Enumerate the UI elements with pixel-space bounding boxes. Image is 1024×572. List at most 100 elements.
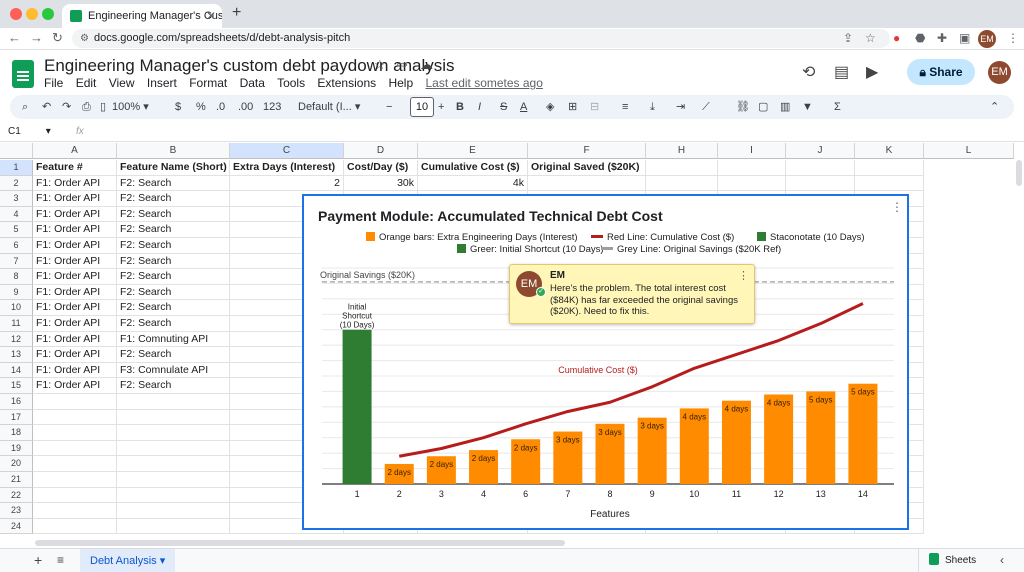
- cell[interactable]: Feature #: [33, 160, 117, 176]
- vertical-align-icon[interactable]: ⤓: [650, 95, 655, 119]
- meet-video-icon[interactable]: ▶: [866, 62, 878, 82]
- sheets-logo-icon[interactable]: [12, 60, 34, 88]
- cell[interactable]: [528, 175, 646, 192]
- cell[interactable]: [33, 487, 117, 504]
- increase-decimal-button[interactable]: .00: [238, 95, 253, 119]
- menu-format[interactable]: Format: [189, 76, 227, 90]
- row-header-18[interactable]: 18: [0, 425, 33, 441]
- paint-format-icon[interactable]: ▯: [100, 95, 106, 119]
- row-header-19[interactable]: 19: [0, 440, 33, 457]
- insert-link-icon[interactable]: ⛓: [736, 95, 750, 119]
- column-header-e[interactable]: E: [418, 143, 528, 159]
- cell[interactable]: F1: Order API: [33, 316, 117, 332]
- row-header-21[interactable]: 21: [0, 472, 33, 488]
- move-folder-icon[interactable]: ⇨: [397, 57, 408, 73]
- horizontal-align-icon[interactable]: ≡: [622, 95, 628, 119]
- browser-tab[interactable]: Engineering Manager's Custo ✕: [62, 4, 222, 28]
- print-icon[interactable]: ⎙: [82, 95, 91, 119]
- text-color-icon[interactable]: A: [520, 95, 527, 119]
- close-tab-icon[interactable]: ✕: [206, 4, 216, 28]
- cell[interactable]: [33, 425, 117, 441]
- forward-arrow-icon[interactable]: →: [30, 30, 43, 45]
- menu-extensions[interactable]: Extensions: [317, 76, 376, 90]
- cell[interactable]: [855, 175, 924, 192]
- user-avatar[interactable]: EM: [988, 61, 1011, 84]
- add-sheet-icon[interactable]: +: [34, 552, 42, 568]
- column-header-d[interactable]: D: [344, 143, 418, 159]
- insert-comment-icon[interactable]: ▢: [758, 95, 768, 119]
- cell[interactable]: [33, 440, 117, 457]
- cell[interactable]: F2: Search: [117, 269, 230, 285]
- row-header-7[interactable]: 7: [0, 253, 33, 270]
- currency-format-button[interactable]: $: [175, 95, 181, 119]
- embedded-chart[interactable]: Payment Module: Accumulated Technical De…: [302, 194, 909, 530]
- column-header-h[interactable]: H: [646, 143, 718, 159]
- bookmark-star-icon[interactable]: ☆: [865, 31, 876, 45]
- italic-icon[interactable]: I: [478, 95, 481, 119]
- column-header-i[interactable]: I: [718, 143, 786, 159]
- row-header-10[interactable]: 10: [0, 300, 33, 316]
- cell[interactable]: F2: Search: [117, 191, 230, 207]
- column-header-k[interactable]: K: [855, 143, 924, 159]
- row-header-6[interactable]: 6: [0, 238, 33, 254]
- vertical-scrollbar[interactable]: [1016, 160, 1022, 186]
- cell[interactable]: [33, 472, 117, 488]
- decrease-decimal-button[interactable]: .0: [216, 95, 225, 119]
- row-header-8[interactable]: 8: [0, 269, 33, 285]
- filter-icon[interactable]: ▼: [802, 95, 813, 119]
- row-header-20[interactable]: 20: [0, 456, 33, 472]
- cell[interactable]: F2: Search: [117, 378, 230, 394]
- comment-card[interactable]: EM ✓ EM Here's the problem. The total in…: [509, 264, 755, 324]
- browser-menu-icon[interactable]: ⋮: [1007, 31, 1019, 45]
- row-header-16[interactable]: 16: [0, 394, 33, 410]
- row-header-3[interactable]: 3: [0, 191, 33, 207]
- cell[interactable]: [33, 503, 117, 519]
- menu-insert[interactable]: Insert: [147, 76, 177, 90]
- cell[interactable]: Cumulative Cost ($): [418, 160, 528, 176]
- cell[interactable]: [786, 175, 855, 192]
- close-window-button[interactable]: [10, 8, 22, 20]
- column-header-b[interactable]: B: [117, 143, 230, 159]
- cell[interactable]: F1: Order API: [33, 269, 117, 285]
- cell[interactable]: F1: Comnuting API: [117, 331, 230, 348]
- sidebar-icon[interactable]: ▣: [959, 31, 970, 45]
- functions-icon[interactable]: Σ: [834, 95, 841, 119]
- row-header-2[interactable]: 2: [0, 175, 33, 192]
- site-info-icon[interactable]: ⚙: [80, 29, 89, 48]
- cell[interactable]: [646, 175, 718, 192]
- extension-icon[interactable]: ⬣: [915, 31, 925, 45]
- address-bar[interactable]: ⚙ docs.google.com/spreadsheets/d/debt-an…: [72, 29, 890, 48]
- cell[interactable]: F2: Search: [117, 238, 230, 254]
- profile-avatar[interactable]: EM: [978, 30, 996, 48]
- horizontal-scrollbar[interactable]: [35, 540, 565, 546]
- cell[interactable]: F1: Order API: [33, 362, 117, 379]
- last-edit-link[interactable]: Last edit sometes ago: [426, 76, 543, 90]
- maximize-window-button[interactable]: [42, 8, 54, 20]
- cell[interactable]: [117, 518, 230, 535]
- cell[interactable]: F2: Search: [117, 222, 230, 238]
- cell[interactable]: F1: Order API: [33, 206, 117, 223]
- puzzle-extensions-icon[interactable]: ✚: [937, 31, 947, 45]
- cell[interactable]: Feature Name (Short): [117, 160, 230, 176]
- cell[interactable]: F1: Order API: [33, 191, 117, 207]
- menu-view[interactable]: View: [109, 76, 135, 90]
- cell[interactable]: F1: Order API: [33, 238, 117, 254]
- new-tab-icon[interactable]: +: [232, 4, 241, 22]
- cell[interactable]: F1: Order API: [33, 378, 117, 394]
- cell[interactable]: [117, 409, 230, 426]
- document-title[interactable]: Engineering Manager's custom debt paydow…: [44, 56, 455, 76]
- decrease-font-size-icon[interactable]: −: [386, 95, 392, 119]
- cell[interactable]: Extra Days (Interest): [230, 160, 344, 176]
- undo-icon[interactable]: ↶: [42, 95, 51, 119]
- cell[interactable]: F1: Order API: [33, 331, 117, 348]
- cell[interactable]: F1: Order API: [33, 300, 117, 316]
- percent-format-button[interactable]: %: [196, 95, 206, 119]
- column-header-f[interactable]: F: [528, 143, 646, 159]
- comments-icon[interactable]: ▤: [834, 62, 849, 82]
- strikethrough-icon[interactable]: S: [500, 95, 507, 119]
- merge-cells-icon[interactable]: ⊟: [590, 95, 599, 119]
- row-header-22[interactable]: 22: [0, 487, 33, 504]
- column-header-l[interactable]: L: [924, 143, 1014, 159]
- cell[interactable]: [786, 160, 855, 176]
- cell[interactable]: F1: Order API: [33, 253, 117, 270]
